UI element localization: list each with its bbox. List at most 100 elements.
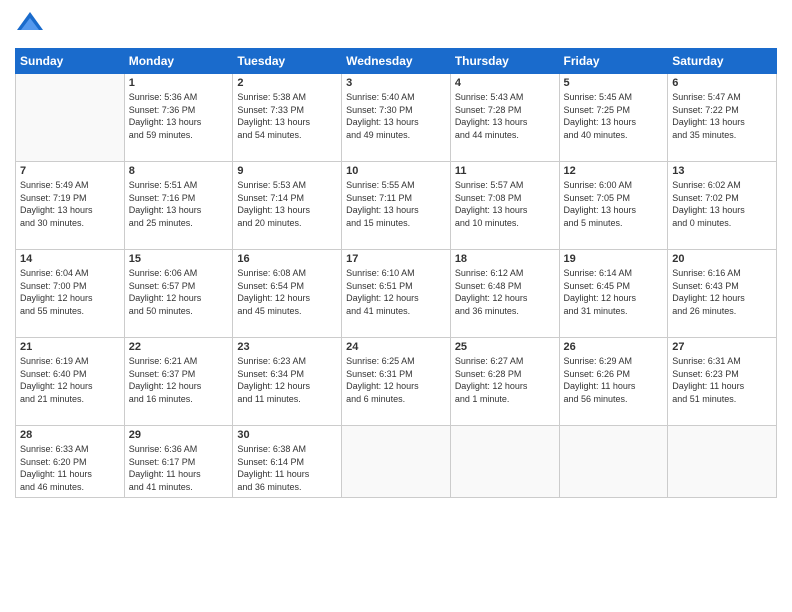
day-number: 12 (564, 165, 664, 177)
day-info: Sunrise: 6:16 AM Sunset: 6:43 PM Dayligh… (672, 267, 772, 317)
day-number: 22 (129, 341, 229, 353)
day-number: 2 (237, 77, 337, 89)
day-number: 4 (455, 77, 555, 89)
calendar-cell: 26 Sunrise: 6:29 AM Sunset: 6:26 PM Dayli… (559, 338, 668, 426)
calendar-week-row: 7 Sunrise: 5:49 AM Sunset: 7:19 PM Daylig… (16, 162, 777, 250)
calendar-cell: 4Sunrise: 5:43 AM Sunset: 7:28 PM Daylig… (450, 74, 559, 162)
weekday-header: Friday (559, 49, 668, 74)
calendar-cell (559, 426, 668, 498)
calendar-cell: 13Sunrise: 6:02 AM Sunset: 7:02 PM Dayli… (668, 162, 777, 250)
day-info: Sunrise: 5:47 AM Sunset: 7:22 PM Dayligh… (672, 91, 772, 141)
calendar-cell: 28 Sunrise: 6:33 AM Sunset: 6:20 PM Dayli… (16, 426, 125, 498)
calendar-cell: 10 Sunrise: 5:55 AM Sunset: 7:11 PM Dayli… (342, 162, 451, 250)
day-number: 26 (564, 341, 664, 353)
day-info: Sunrise: 5:40 AM Sunset: 7:30 PM Dayligh… (346, 91, 446, 141)
day-number: 28 (20, 429, 120, 441)
day-info: Sunrise: 6:31 AM Sunset: 6:23 PM Dayligh… (672, 355, 772, 405)
weekday-header: Sunday (16, 49, 125, 74)
calendar-cell: 5Sunrise: 5:45 AM Sunset: 7:25 PM Daylig… (559, 74, 668, 162)
calendar-cell (16, 74, 125, 162)
calendar-cell: 16 Sunrise: 6:08 AM Sunset: 6:54 PM Dayli… (233, 250, 342, 338)
day-info: Sunrise: 6:10 AM Sunset: 6:51 PM Dayligh… (346, 267, 446, 317)
day-number: 30 (237, 429, 337, 441)
day-info: Sunrise: 5:49 AM Sunset: 7:19 PM Dayligh… (20, 179, 120, 229)
calendar-cell: 6 Sunrise: 5:47 AM Sunset: 7:22 PM Daylig… (668, 74, 777, 162)
day-number: 7 (20, 165, 120, 177)
day-number: 21 (20, 341, 120, 353)
day-number: 9 (237, 165, 337, 177)
calendar-cell: 22 Sunrise: 6:21 AM Sunset: 6:37 PM Dayli… (124, 338, 233, 426)
day-info: Sunrise: 6:38 AM Sunset: 6:14 PM Dayligh… (237, 443, 337, 493)
header (15, 10, 777, 40)
day-info: Sunrise: 5:36 AM Sunset: 7:36 PM Dayligh… (129, 91, 229, 141)
day-info: Sunrise: 6:21 AM Sunset: 6:37 PM Dayligh… (129, 355, 229, 405)
day-info: Sunrise: 6:12 AM Sunset: 6:48 PM Dayligh… (455, 267, 555, 317)
weekday-header: Monday (124, 49, 233, 74)
day-number: 6 (672, 77, 772, 89)
day-info: Sunrise: 6:29 AM Sunset: 6:26 PM Dayligh… (564, 355, 664, 405)
calendar-cell: 24 Sunrise: 6:25 AM Sunset: 6:31 PM Dayli… (342, 338, 451, 426)
day-number: 27 (672, 341, 772, 353)
calendar-cell: 12 Sunrise: 6:00 AM Sunset: 7:05 PM Dayli… (559, 162, 668, 250)
calendar-cell: 8 Sunrise: 5:51 AM Sunset: 7:16 PM Daylig… (124, 162, 233, 250)
day-info: Sunrise: 6:19 AM Sunset: 6:40 PM Dayligh… (20, 355, 120, 405)
calendar-week-row: 1 Sunrise: 5:36 AM Sunset: 7:36 PM Daylig… (16, 74, 777, 162)
calendar-cell (342, 426, 451, 498)
calendar-cell: 20 Sunrise: 6:16 AM Sunset: 6:43 PM Dayli… (668, 250, 777, 338)
logo (15, 10, 49, 40)
day-info: Sunrise: 6:04 AM Sunset: 7:00 PM Dayligh… (20, 267, 120, 317)
day-number: 8 (129, 165, 229, 177)
day-info: Sunrise: 5:55 AM Sunset: 7:11 PM Dayligh… (346, 179, 446, 229)
calendar-cell: 14 Sunrise: 6:04 AM Sunset: 7:00 PM Dayli… (16, 250, 125, 338)
day-number: 5 (564, 77, 664, 89)
day-number: 10 (346, 165, 446, 177)
calendar-cell: 2 Sunrise: 5:38 AM Sunset: 7:33 PM Daylig… (233, 74, 342, 162)
calendar-header-row: SundayMondayTuesdayWednesdayThursdayFrid… (16, 49, 777, 74)
weekday-header: Thursday (450, 49, 559, 74)
weekday-header: Wednesday (342, 49, 451, 74)
logo-icon (15, 10, 45, 40)
calendar-week-row: 21 Sunrise: 6:19 AM Sunset: 6:40 PM Dayli… (16, 338, 777, 426)
calendar-cell: 1 Sunrise: 5:36 AM Sunset: 7:36 PM Daylig… (124, 74, 233, 162)
calendar-cell (668, 426, 777, 498)
calendar-cell: 3 Sunrise: 5:40 AM Sunset: 7:30 PM Daylig… (342, 74, 451, 162)
day-info: Sunrise: 6:36 AM Sunset: 6:17 PM Dayligh… (129, 443, 229, 493)
day-number: 16 (237, 253, 337, 265)
day-number: 20 (672, 253, 772, 265)
day-number: 1 (129, 77, 229, 89)
calendar-cell: 9 Sunrise: 5:53 AM Sunset: 7:14 PM Daylig… (233, 162, 342, 250)
day-info: Sunrise: 5:53 AM Sunset: 7:14 PM Dayligh… (237, 179, 337, 229)
day-info: Sunrise: 5:51 AM Sunset: 7:16 PM Dayligh… (129, 179, 229, 229)
day-info: Sunrise: 6:33 AM Sunset: 6:20 PM Dayligh… (20, 443, 120, 493)
day-number: 15 (129, 253, 229, 265)
day-number: 23 (237, 341, 337, 353)
calendar-cell: 23 Sunrise: 6:23 AM Sunset: 6:34 PM Dayli… (233, 338, 342, 426)
day-info: Sunrise: 6:27 AM Sunset: 6:28 PM Dayligh… (455, 355, 555, 405)
day-info: Sunrise: 6:14 AM Sunset: 6:45 PM Dayligh… (564, 267, 664, 317)
day-number: 29 (129, 429, 229, 441)
day-info: Sunrise: 6:00 AM Sunset: 7:05 PM Dayligh… (564, 179, 664, 229)
calendar-cell: 19 Sunrise: 6:14 AM Sunset: 6:45 PM Dayli… (559, 250, 668, 338)
page: SundayMondayTuesdayWednesdayThursdayFrid… (0, 0, 792, 612)
day-number: 24 (346, 341, 446, 353)
calendar-cell: 25 Sunrise: 6:27 AM Sunset: 6:28 PM Dayli… (450, 338, 559, 426)
day-info: Sunrise: 6:08 AM Sunset: 6:54 PM Dayligh… (237, 267, 337, 317)
day-number: 14 (20, 253, 120, 265)
day-info: Sunrise: 5:38 AM Sunset: 7:33 PM Dayligh… (237, 91, 337, 141)
calendar-cell: 18Sunrise: 6:12 AM Sunset: 6:48 PM Dayli… (450, 250, 559, 338)
day-info: Sunrise: 6:23 AM Sunset: 6:34 PM Dayligh… (237, 355, 337, 405)
day-number: 25 (455, 341, 555, 353)
calendar-cell (450, 426, 559, 498)
calendar-cell: 17Sunrise: 6:10 AM Sunset: 6:51 PM Dayli… (342, 250, 451, 338)
calendar-cell: 29 Sunrise: 6:36 AM Sunset: 6:17 PM Dayli… (124, 426, 233, 498)
weekday-header: Tuesday (233, 49, 342, 74)
day-info: Sunrise: 6:25 AM Sunset: 6:31 PM Dayligh… (346, 355, 446, 405)
day-number: 19 (564, 253, 664, 265)
day-number: 11 (455, 165, 555, 177)
calendar-cell: 11Sunrise: 5:57 AM Sunset: 7:08 PM Dayli… (450, 162, 559, 250)
day-number: 13 (672, 165, 772, 177)
calendar-cell: 15Sunrise: 6:06 AM Sunset: 6:57 PM Dayli… (124, 250, 233, 338)
calendar-cell: 21 Sunrise: 6:19 AM Sunset: 6:40 PM Dayli… (16, 338, 125, 426)
calendar-cell: 30 Sunrise: 6:38 AM Sunset: 6:14 PM Dayli… (233, 426, 342, 498)
day-number: 3 (346, 77, 446, 89)
